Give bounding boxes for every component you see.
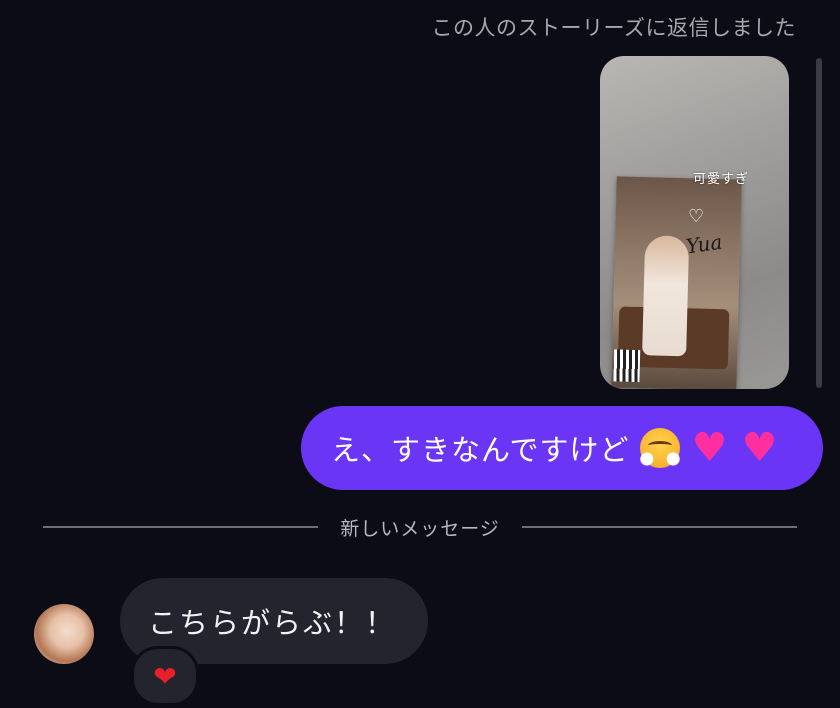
divider-line-left	[43, 526, 319, 528]
story-reply-caption: この人のストーリーズに返信しました	[431, 16, 796, 40]
sent-message-text: え、すきなんですけど	[331, 433, 630, 467]
story-photo-figure	[642, 235, 690, 357]
story-preview-card[interactable]: 可愛すぎ ♡ Yua	[600, 56, 789, 389]
pink-heart-icon: ♥	[741, 425, 778, 471]
story-signature: Yua	[684, 229, 724, 259]
received-message-text: こちらがらぶ！！	[148, 606, 397, 640]
scrollbar[interactable]	[816, 58, 822, 388]
dm-thread: この人のストーリーズに返信しました 可愛すぎ ♡ Yua え、すきなんですけど …	[0, 0, 840, 708]
new-messages-label: 新しいメッセージ	[340, 517, 500, 540]
new-messages-divider: 新しいメッセージ	[43, 512, 797, 542]
divider-line-right	[521, 526, 797, 528]
story-photo	[611, 176, 742, 389]
qr-code-icon	[613, 349, 641, 383]
pink-heart-icon: ♥	[691, 425, 728, 471]
sender-avatar[interactable]	[34, 604, 94, 664]
red-heart-icon: ❤	[153, 659, 177, 693]
sent-message-bubble[interactable]: え、すきなんですけど ♥ ♥	[301, 406, 823, 490]
heart-outline-icon: ♡	[688, 206, 705, 227]
face-with-steam-icon	[637, 428, 682, 468]
reaction-badge[interactable]: ❤	[131, 646, 199, 706]
story-sticker-text: 可愛すぎ	[693, 172, 750, 187]
